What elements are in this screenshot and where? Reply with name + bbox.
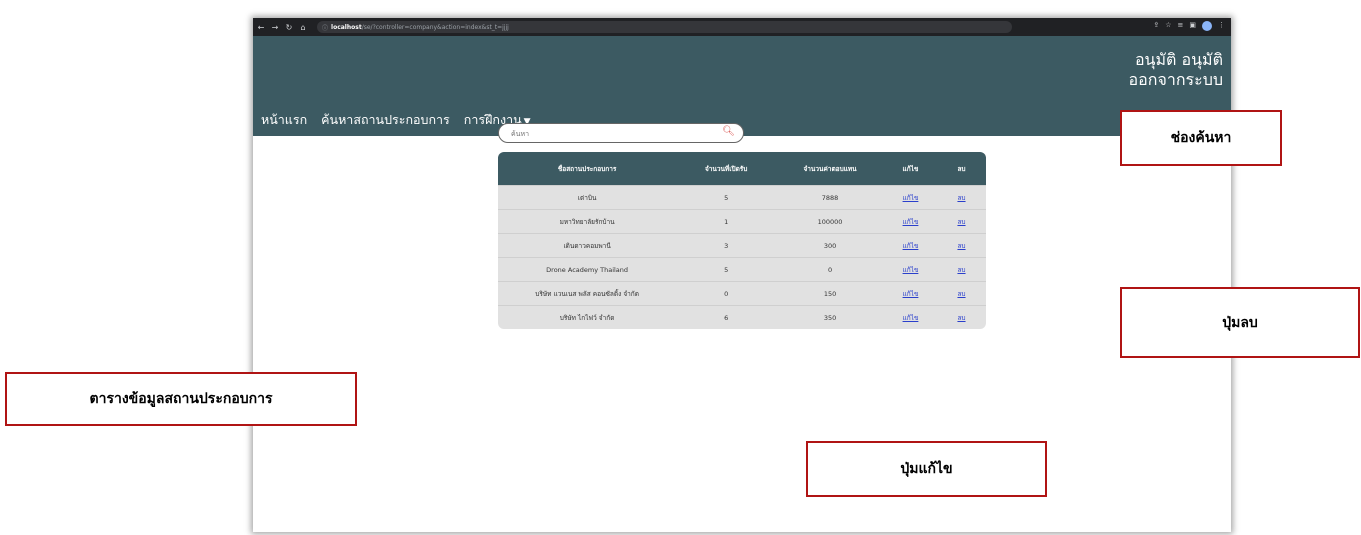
cell-edit: แก้ไข: [883, 305, 937, 329]
window-icon[interactable]: ▣: [1189, 21, 1196, 31]
home-icon[interactable]: ⌂: [297, 23, 309, 32]
edit-link[interactable]: แก้ไข: [903, 290, 919, 298]
cell-name: มหาวิทยาลัยรักบ้าน: [498, 209, 677, 234]
callout-search: ช่องค้นหา: [1120, 110, 1282, 166]
forward-icon[interactable]: →: [269, 23, 281, 32]
cell-pay: 7888: [776, 185, 884, 210]
profile-avatar[interactable]: [1202, 21, 1212, 31]
cell-open: 3: [676, 233, 777, 258]
browser-actions: ⇪ ☆ ≡ ▣ ⋮: [1153, 21, 1225, 31]
cell-name: บริษัท ไกไฟว์ จำกัด: [498, 305, 677, 329]
reload-icon[interactable]: ↻: [283, 23, 295, 32]
menu-icon[interactable]: ⋮: [1218, 21, 1225, 31]
table-row: บริษัท แวนเนส พลัส คอนซัลติ้ง จำกัด 0 15…: [498, 281, 986, 306]
cell-pay: 0: [776, 257, 884, 282]
table-row: มหาวิทยาลัยรักบ้าน 1 100000 แก้ไข ลบ: [498, 209, 986, 234]
address-bar[interactable]: ⓘ localhost /se/?controller=company&acti…: [317, 21, 1012, 33]
cell-edit: แก้ไข: [883, 257, 937, 282]
cell-open: 0: [676, 281, 777, 306]
table-header-row: ชื่อสถานประกอบการ จำนวนที่เปิดรับ จำนวนค…: [498, 152, 986, 186]
header-edit: แก้ไข: [883, 152, 937, 186]
cell-delete: ลบ: [937, 305, 986, 329]
edit-link[interactable]: แก้ไข: [903, 266, 919, 274]
table-row: บริษัท ไกไฟว์ จำกัด 6 350 แก้ไข ลบ: [498, 305, 986, 329]
cell-name: Drone Academy Thailand: [498, 257, 677, 282]
edit-link[interactable]: แก้ไข: [903, 218, 919, 226]
search-input[interactable]: [509, 126, 713, 141]
cell-edit: แก้ไข: [883, 185, 937, 210]
cell-delete: ลบ: [937, 185, 986, 210]
star-icon[interactable]: ☆: [1165, 21, 1171, 31]
table-row: เดินดาวคอมพานี 3 300 แก้ไข ลบ: [498, 233, 986, 258]
logout-link[interactable]: ออกจากระบบ: [1129, 70, 1223, 90]
cell-edit: แก้ไข: [883, 281, 937, 306]
cell-name: เดินดาวคอมพานี: [498, 233, 677, 258]
nav-home[interactable]: หน้าแรก: [261, 110, 307, 130]
delete-link[interactable]: ลบ: [957, 218, 965, 226]
cell-delete: ลบ: [937, 233, 986, 258]
cell-open: 1: [676, 209, 777, 234]
company-table: ชื่อสถานประกอบการ จำนวนที่เปิดรับ จำนวนค…: [498, 152, 986, 329]
table-row: Drone Academy Thailand 5 0 แก้ไข ลบ: [498, 257, 986, 282]
callout-edit: ปุ่มแก้ไข: [806, 441, 1047, 497]
cell-delete: ลบ: [937, 209, 986, 234]
user-name[interactable]: อนุมัติ อนุมัติ: [1129, 50, 1223, 70]
header-name: ชื่อสถานประกอบการ: [498, 152, 677, 186]
cell-name: เต่าบิน: [498, 185, 677, 210]
url-host: localhost: [331, 23, 362, 31]
table-row: เต่าบิน 5 7888 แก้ไข ลบ: [498, 185, 986, 210]
info-icon: ⓘ: [322, 24, 329, 32]
search-icon[interactable]: 🔍︎: [722, 126, 735, 137]
header-delete: ลบ: [937, 152, 986, 186]
nav-search-company[interactable]: ค้นหาสถานประกอบการ: [321, 110, 450, 130]
main-nav: หน้าแรก ค้นหาสถานประกอบการ การฝึกงาน ▼: [261, 110, 531, 130]
delete-link[interactable]: ลบ: [957, 194, 965, 202]
callout-table: ตารางข้อมูลสถานประกอบการ: [5, 372, 357, 426]
extensions-icon[interactable]: ≡: [1178, 21, 1184, 31]
search-box: 🔍︎: [498, 123, 744, 143]
cell-delete: ลบ: [937, 281, 986, 306]
url-path: /se/?controller=company&action=index&st_…: [361, 23, 509, 31]
cell-pay: 300: [776, 233, 884, 258]
share-icon[interactable]: ⇪: [1153, 21, 1159, 31]
edit-link[interactable]: แก้ไข: [903, 194, 919, 202]
cell-open: 6: [676, 305, 777, 329]
cell-delete: ลบ: [937, 257, 986, 282]
browser-toolbar: ← → ↻ ⌂ ⓘ localhost /se/?controller=comp…: [253, 18, 1231, 36]
callout-delete: ปุ่มลบ: [1120, 287, 1360, 358]
delete-link[interactable]: ลบ: [957, 314, 965, 322]
site-header: อนุมัติ อนุมัติ ออกจากระบบ หน้าแรก ค้นหา…: [253, 36, 1231, 136]
cell-name: บริษัท แวนเนส พลัส คอนซัลติ้ง จำกัด: [498, 281, 677, 306]
delete-link[interactable]: ลบ: [957, 266, 965, 274]
cell-pay: 350: [776, 305, 884, 329]
cell-open: 5: [676, 185, 777, 210]
user-menu: อนุมัติ อนุมัติ ออกจากระบบ: [1129, 50, 1223, 90]
header-pay: จำนวนค่าตอบแทน: [776, 152, 884, 186]
cell-edit: แก้ไข: [883, 209, 937, 234]
edit-link[interactable]: แก้ไข: [903, 314, 919, 322]
cell-pay: 150: [776, 281, 884, 306]
delete-link[interactable]: ลบ: [957, 290, 965, 298]
screenshot-frame: ← → ↻ ⌂ ⓘ localhost /se/?controller=comp…: [253, 18, 1231, 532]
header-open: จำนวนที่เปิดรับ: [676, 152, 777, 186]
delete-link[interactable]: ลบ: [957, 242, 965, 250]
cell-open: 5: [676, 257, 777, 282]
cell-edit: แก้ไข: [883, 233, 937, 258]
edit-link[interactable]: แก้ไข: [903, 242, 919, 250]
cell-pay: 100000: [776, 209, 884, 234]
back-icon[interactable]: ←: [255, 23, 267, 32]
